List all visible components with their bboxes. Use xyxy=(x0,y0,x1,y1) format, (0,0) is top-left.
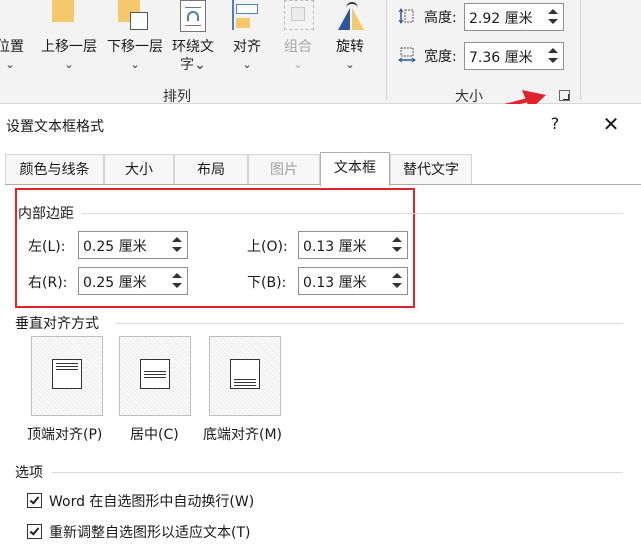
help-icon[interactable]: ? xyxy=(543,112,567,136)
word-wrap-checkbox[interactable] xyxy=(27,493,42,508)
chevron-down-icon: ⌄ xyxy=(130,58,140,71)
wrap-text-label-line2: 字⌄ xyxy=(180,57,206,73)
arrange-group-label: 排列 xyxy=(163,89,191,105)
rotate-icon xyxy=(336,2,366,32)
align-bottom-icon xyxy=(230,359,260,389)
width-spinner[interactable]: 7.36 厘米 xyxy=(464,42,564,70)
chevron-down-icon: ⌄ xyxy=(345,58,355,71)
format-textbox-dialog: 设置文本框格式 ? ✕ 颜色与线条 大小 布局 图片 文本框 替代文字 内部边距… xyxy=(0,104,641,544)
group-icon xyxy=(284,0,314,30)
close-icon[interactable]: ✕ xyxy=(598,112,624,138)
internal-margin-heading: 内部边距 xyxy=(18,206,74,222)
tab-layout[interactable]: 布局 xyxy=(174,154,248,185)
align-center-button[interactable] xyxy=(119,336,191,416)
resize-shape-label[interactable]: 重新调整自选图形以适应文本(T) xyxy=(49,522,250,542)
bring-forward-button[interactable]: 上移一层 ⌄ xyxy=(38,0,100,80)
right-margin-spinner[interactable]: 0.25 厘米 xyxy=(78,267,188,295)
tab-size[interactable]: 大小 xyxy=(104,154,174,185)
top-margin-label: 上(O): xyxy=(247,239,288,255)
left-margin-value: 0.25 厘米 xyxy=(83,239,147,255)
section-rule xyxy=(82,213,623,214)
send-backward-label: 下移一层 xyxy=(107,39,163,55)
align-icon xyxy=(230,0,264,34)
spin-up-icon[interactable] xyxy=(392,237,402,242)
spin-down-icon[interactable] xyxy=(392,247,402,252)
height-spinner[interactable]: 2.92 厘米 xyxy=(464,3,564,31)
top-margin-value: 0.13 厘米 xyxy=(303,239,367,255)
tab-alt-text[interactable]: 替代文字 xyxy=(390,154,472,185)
group-separator xyxy=(386,0,387,100)
dialog-title: 设置文本框格式 xyxy=(6,119,104,135)
wrap-text-button[interactable]: 环绕文 字⌄ xyxy=(168,0,218,80)
spin-up-icon[interactable] xyxy=(172,273,182,278)
dialog-launcher-icon[interactable] xyxy=(559,90,570,101)
resize-shape-checkbox[interactable] xyxy=(27,524,42,539)
spin-up-icon[interactable] xyxy=(548,48,558,53)
chevron-down-icon: ⌄ xyxy=(242,58,252,71)
width-icon xyxy=(398,47,416,63)
width-value: 7.36 厘米 xyxy=(469,50,533,66)
spin-down-icon[interactable] xyxy=(172,247,182,252)
height-icon xyxy=(398,8,414,24)
resize-shape-option[interactable]: 重新调整自选图形以适应文本(T) xyxy=(27,521,327,543)
checkmark-icon xyxy=(29,494,40,505)
tab-content: 内部边距 左(L): 0.25 厘米 上(O): 0.13 厘米 右(R): 0… xyxy=(0,185,641,544)
chevron-down-icon: ⌄ xyxy=(5,58,15,71)
align-top-icon xyxy=(52,359,82,389)
width-label: 宽度: xyxy=(424,49,457,65)
chevron-down-icon: ⌄ xyxy=(293,58,303,71)
group-label: 组合 xyxy=(284,39,312,55)
spin-down-icon[interactable] xyxy=(392,283,402,288)
bottom-margin-spinner[interactable]: 0.13 厘米 xyxy=(298,267,408,295)
align-bottom-label[interactable]: 底端对齐(M) xyxy=(203,424,282,444)
spin-down-icon[interactable] xyxy=(172,283,182,288)
height-label: 高度: xyxy=(424,10,457,26)
left-margin-spinner[interactable]: 0.25 厘米 xyxy=(78,231,188,259)
spin-up-icon[interactable] xyxy=(392,273,402,278)
bottom-margin-label: 下(B): xyxy=(247,275,287,291)
position-label: 位置 xyxy=(0,39,24,55)
right-margin-label: 右(R): xyxy=(28,275,68,291)
group-separator xyxy=(580,0,581,100)
chevron-down-icon: ⌄ xyxy=(64,58,74,71)
send-backward-button[interactable]: 下移一层 ⌄ xyxy=(104,0,166,80)
checkmark-icon xyxy=(29,525,40,536)
section-rule xyxy=(52,472,623,473)
left-margin-label: 左(L): xyxy=(28,239,66,255)
spin-up-icon[interactable] xyxy=(548,9,558,14)
right-margin-value: 0.25 厘米 xyxy=(83,275,147,291)
align-center-icon xyxy=(140,359,170,389)
align-top-label[interactable]: 顶端对齐(P) xyxy=(27,424,102,444)
wrap-text-icon xyxy=(180,0,206,32)
options-heading: 选项 xyxy=(15,465,43,481)
spin-up-icon[interactable] xyxy=(172,237,182,242)
spin-down-icon[interactable] xyxy=(548,58,558,63)
height-value: 2.92 厘米 xyxy=(469,11,533,27)
align-button[interactable]: 对齐 ⌄ xyxy=(224,0,270,80)
wrap-text-label: 环绕文 xyxy=(172,39,214,55)
align-center-label[interactable]: 居中(C) xyxy=(130,424,179,444)
spin-down-icon[interactable] xyxy=(548,19,558,24)
send-backward-icon xyxy=(118,0,150,32)
top-margin-spinner[interactable]: 0.13 厘米 xyxy=(298,231,408,259)
rotate-label: 旋转 xyxy=(336,39,364,55)
section-rule xyxy=(115,323,623,324)
align-top-button[interactable] xyxy=(31,336,103,416)
bring-forward-label: 上移一层 xyxy=(41,39,97,55)
bring-forward-icon xyxy=(52,0,78,24)
word-wrap-option[interactable]: Word 在自选图形中自动换行(W) xyxy=(27,490,327,512)
tab-textbox[interactable]: 文本框 xyxy=(320,152,390,186)
vertical-alignment-heading: 垂直对齐方式 xyxy=(15,316,99,332)
position-button[interactable]: 位置 ⌄ xyxy=(0,0,28,80)
align-label: 对齐 xyxy=(233,39,261,55)
group-button[interactable]: 组合 ⌄ xyxy=(274,0,322,80)
rotate-button[interactable]: 旋转 ⌄ xyxy=(326,0,374,80)
tab-picture[interactable]: 图片 xyxy=(248,154,320,185)
bottom-margin-value: 0.13 厘米 xyxy=(303,275,367,291)
align-bottom-button[interactable] xyxy=(209,336,281,416)
tab-colors-lines[interactable]: 颜色与线条 xyxy=(5,154,104,185)
word-wrap-label[interactable]: Word 在自选图形中自动换行(W) xyxy=(49,491,254,511)
